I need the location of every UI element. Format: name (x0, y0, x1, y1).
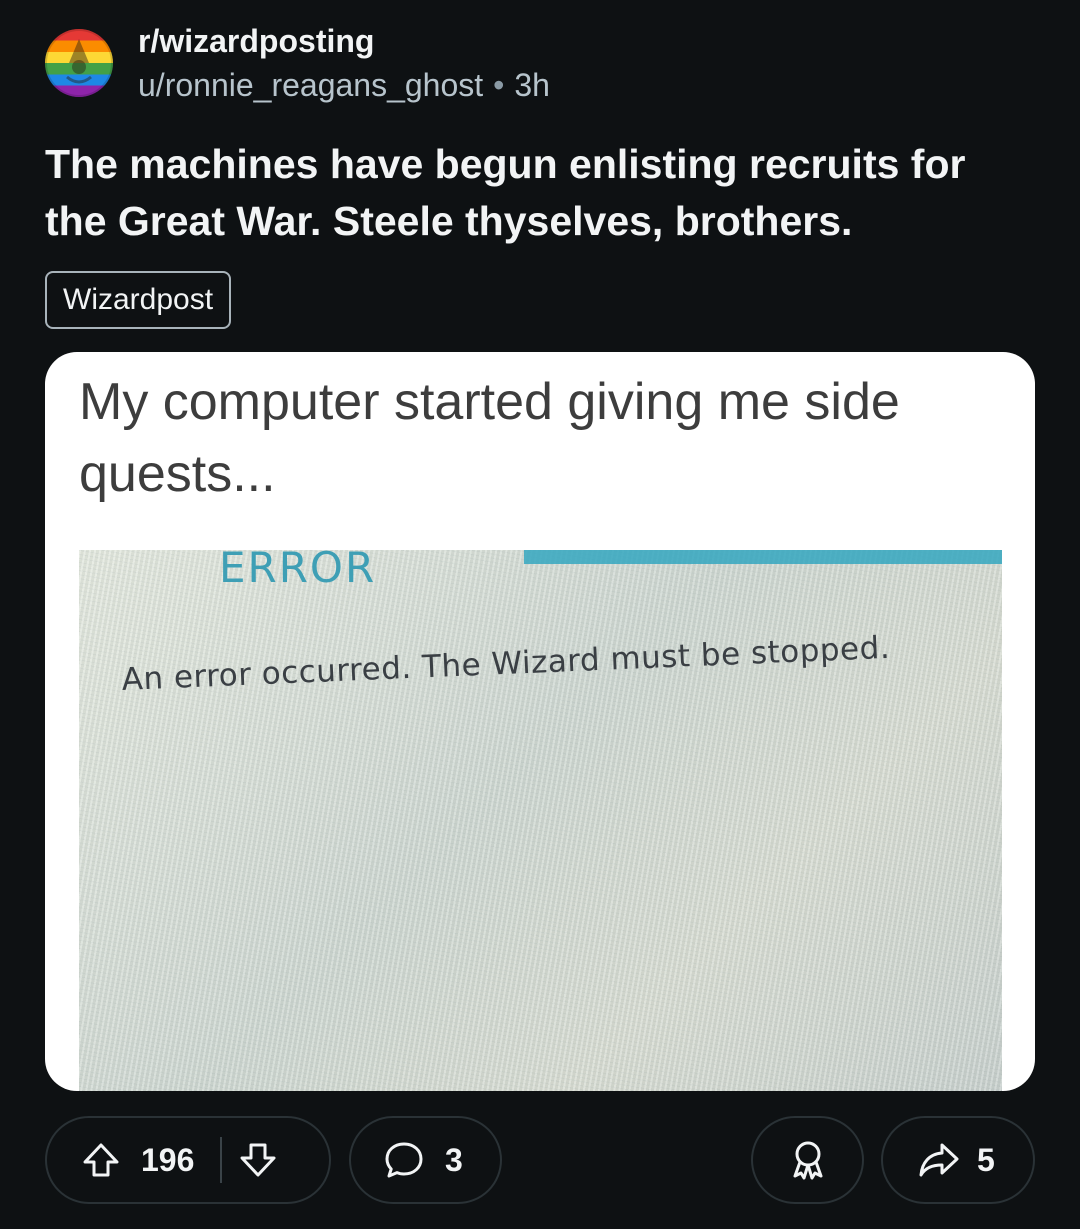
comment-icon (383, 1139, 425, 1181)
error-screen-photo: ERROR An error occurred. The Wizard must… (79, 544, 1002, 1091)
subreddit-name[interactable]: r/wizardposting (138, 22, 550, 60)
post-meta: r/wizardposting u/ronnie_reagans_ghost • 3… (138, 22, 550, 104)
comment-count: 3 (445, 1141, 463, 1178)
vote-divider (220, 1137, 223, 1183)
share-count: 5 (977, 1141, 995, 1178)
award-button[interactable] (751, 1116, 864, 1204)
upvote-count: 196 (141, 1141, 195, 1178)
post-actions-bar: 196 3 5 (0, 1116, 1080, 1206)
share-button[interactable]: 5 (881, 1116, 1035, 1204)
comments-button[interactable]: 3 (349, 1116, 502, 1204)
post-flair[interactable]: Wizardpost (45, 271, 232, 329)
vote-control: 196 (45, 1116, 331, 1204)
award-icon (787, 1138, 829, 1182)
post-title[interactable]: The machines have begun enlisting recrui… (45, 136, 1035, 250)
meta-separator: • (493, 67, 505, 103)
upvote-icon[interactable] (81, 1140, 121, 1180)
post-time: 3h (514, 67, 550, 103)
wizard-logo-icon (45, 29, 113, 97)
photo-title-bar (524, 550, 1002, 564)
photo-error-message: An error occurred. The Wizard must be st… (121, 629, 891, 698)
share-icon (917, 1140, 961, 1180)
subreddit-avatar[interactable] (45, 29, 113, 97)
author-username[interactable]: u/ronnie_reagans_ghost (138, 67, 483, 103)
image-caption: My computer started giving me side quest… (79, 373, 900, 503)
downvote-icon[interactable] (238, 1140, 278, 1180)
post-image[interactable]: My computer started giving me side quest… (45, 352, 1035, 1091)
post-header: r/wizardposting u/ronnie_reagans_ghost • 3… (45, 22, 550, 104)
author-line: u/ronnie_reagans_ghost • 3h (138, 66, 550, 104)
photo-error-title: ERROR (219, 543, 377, 592)
